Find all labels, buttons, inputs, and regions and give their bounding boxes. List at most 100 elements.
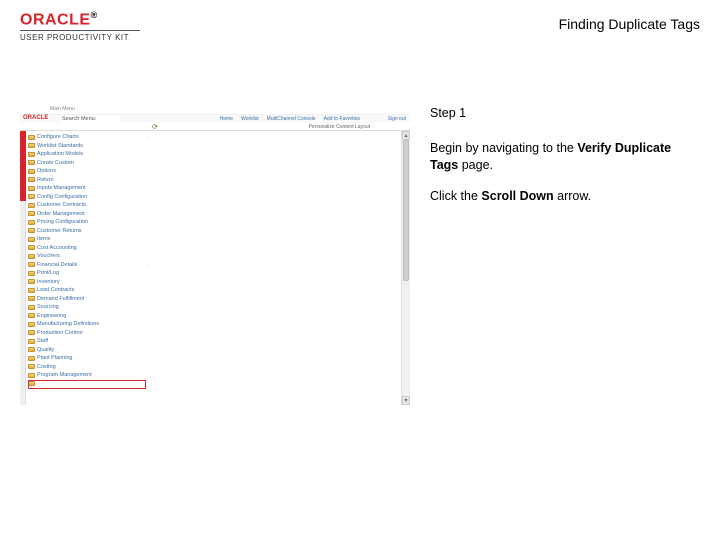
caret-right-icon: · xyxy=(146,160,148,166)
nav-item-label: Demand Fulfillment xyxy=(37,296,84,302)
nav-item-label: Customer Returns xyxy=(37,228,82,234)
nav-item-label: Costing xyxy=(37,364,56,370)
folder-icon xyxy=(28,296,35,301)
caret-right-icon: · xyxy=(146,202,148,208)
nav-item[interactable] xyxy=(28,380,150,389)
nav-item[interactable]: Options xyxy=(28,167,150,176)
nav-item-label: Quality xyxy=(37,347,54,353)
nav-item[interactable]: Inputs Management· xyxy=(28,184,150,193)
nav-item-label: Config Configuration xyxy=(37,194,87,200)
folder-icon xyxy=(28,356,35,361)
nav-item[interactable]: Pricing Configuration· xyxy=(28,218,150,227)
nav-item-label: Print/Log xyxy=(37,270,59,276)
nav-item[interactable]: Financial Details · xyxy=(28,261,150,270)
nav-item[interactable]: Configure Charts· xyxy=(28,133,150,142)
nav-item[interactable]: Load Contracts · xyxy=(28,286,150,295)
nav-item[interactable]: Quality xyxy=(28,346,150,355)
search-menu-label: Search Menu: xyxy=(60,115,120,123)
top-links: Home Worklist MultiChannel Console Add t… xyxy=(220,116,360,122)
nav-item-label: Inputs Management xyxy=(37,185,86,191)
nav-item[interactable]: Cost Accounting xyxy=(28,244,150,253)
scroll-thumb[interactable] xyxy=(403,140,409,281)
caret-right-icon: · xyxy=(146,211,148,217)
caret-right-icon: · xyxy=(146,219,148,225)
nav-item[interactable]: Order Management· xyxy=(28,210,150,219)
folder-icon xyxy=(28,288,35,293)
link-mcc[interactable]: MultiChannel Console xyxy=(267,116,316,122)
nav-item-label: Options xyxy=(37,168,56,174)
folder-icon xyxy=(28,262,35,267)
nav-item[interactable]: Engineering· xyxy=(28,312,150,321)
refresh-icon[interactable]: ⟳ xyxy=(150,123,160,131)
instruction-line-2: Click the Scroll Down arrow. xyxy=(430,188,690,205)
nav-item-label: Customer Contracts xyxy=(37,202,86,208)
folder-icon xyxy=(28,322,35,327)
nav-item[interactable]: Return xyxy=(28,176,150,185)
folder-icon xyxy=(28,169,35,174)
nav-item-label: Engineering xyxy=(37,313,66,319)
folder-icon xyxy=(28,211,35,216)
nav-item-label: Staff xyxy=(37,338,48,344)
scroll-track[interactable] xyxy=(402,140,410,396)
app-screenshot: Main Menu ORACLE Search Menu: Home Workl… xyxy=(20,105,410,405)
nav-item[interactable]: Create Custom· xyxy=(28,159,150,168)
caret-right-icon: · xyxy=(146,279,148,285)
folder-icon xyxy=(28,339,35,344)
nav-item-label: Load Contracts xyxy=(37,287,74,293)
caret-right-icon: · xyxy=(146,296,148,302)
caret-right-icon: · xyxy=(146,194,148,200)
nav-item[interactable]: Vouchers xyxy=(28,252,150,261)
nav-item[interactable]: Plant Planning xyxy=(28,354,150,363)
folder-icon xyxy=(28,186,35,191)
link-worklist[interactable]: Worklist xyxy=(241,116,259,122)
instruction-line-1: Begin by navigating to the Verify Duplic… xyxy=(430,140,690,174)
folder-icon xyxy=(28,203,35,208)
scroll-down-button[interactable]: ▾ xyxy=(402,396,410,405)
caret-right-icon: · xyxy=(146,262,148,268)
nav-item-label: Application Models xyxy=(37,151,83,157)
nav-item-label: Financial Details xyxy=(37,262,77,268)
nav-item[interactable]: Config Configuration · xyxy=(28,193,150,202)
folder-icon xyxy=(28,254,35,259)
folder-icon xyxy=(28,177,35,182)
nav-item-label: Configure Charts xyxy=(37,134,79,140)
nav-item[interactable]: Customer Returns xyxy=(28,227,150,236)
link-home[interactable]: Home xyxy=(220,116,233,122)
nav-item[interactable]: Items xyxy=(28,235,150,244)
nav-item-label: Worklist Standards xyxy=(37,143,83,149)
nav-item[interactable]: Costing xyxy=(28,363,150,372)
breadcrumb[interactable]: Main Menu xyxy=(50,106,75,112)
nav-item[interactable]: Inventory · xyxy=(28,278,150,287)
nav-item[interactable]: Print/Log xyxy=(28,269,150,278)
nav-item-label: Return xyxy=(37,177,54,183)
nav-item[interactable]: Manufacturing Definitions· xyxy=(28,320,150,329)
link-favorites[interactable]: Add to Favorites xyxy=(324,116,360,122)
folder-icon xyxy=(28,364,35,369)
caret-right-icon: · xyxy=(146,287,148,293)
scrollbar: ▴ ▾ xyxy=(401,131,410,405)
folder-icon xyxy=(28,220,35,225)
nav-item[interactable]: Sourcing xyxy=(28,303,150,312)
nav-item[interactable]: Worklist Standards xyxy=(28,142,150,151)
nav-item-label: Inventory xyxy=(37,279,60,285)
nav-item[interactable]: Customer Contracts · xyxy=(28,201,150,210)
folder-icon xyxy=(28,373,35,378)
link-signout[interactable]: Sign out xyxy=(388,116,406,122)
folder-icon xyxy=(28,152,35,157)
caret-right-icon: · xyxy=(146,330,148,336)
nav-item[interactable]: Application Models xyxy=(28,150,150,159)
nav-item[interactable]: Staff xyxy=(28,337,150,346)
brand-subtitle: USER PRODUCTIVITY KIT xyxy=(20,30,140,42)
content-area xyxy=(150,131,410,405)
nav-item-label: Manufacturing Definitions xyxy=(37,321,99,327)
scroll-up-button[interactable]: ▴ xyxy=(402,131,410,140)
folder-icon xyxy=(28,271,35,276)
caret-right-icon: · xyxy=(146,372,148,378)
nav-item[interactable]: Production Control· xyxy=(28,329,150,338)
nav-item[interactable]: Program Management · xyxy=(28,371,150,380)
nav-item-label: Program Management xyxy=(37,372,92,378)
nav-item[interactable]: Demand Fulfillment · xyxy=(28,295,150,304)
folder-icon xyxy=(28,381,35,386)
personalize-label[interactable]: Personalize Content Layout xyxy=(309,124,370,130)
nav-item-label: Sourcing xyxy=(37,304,59,310)
